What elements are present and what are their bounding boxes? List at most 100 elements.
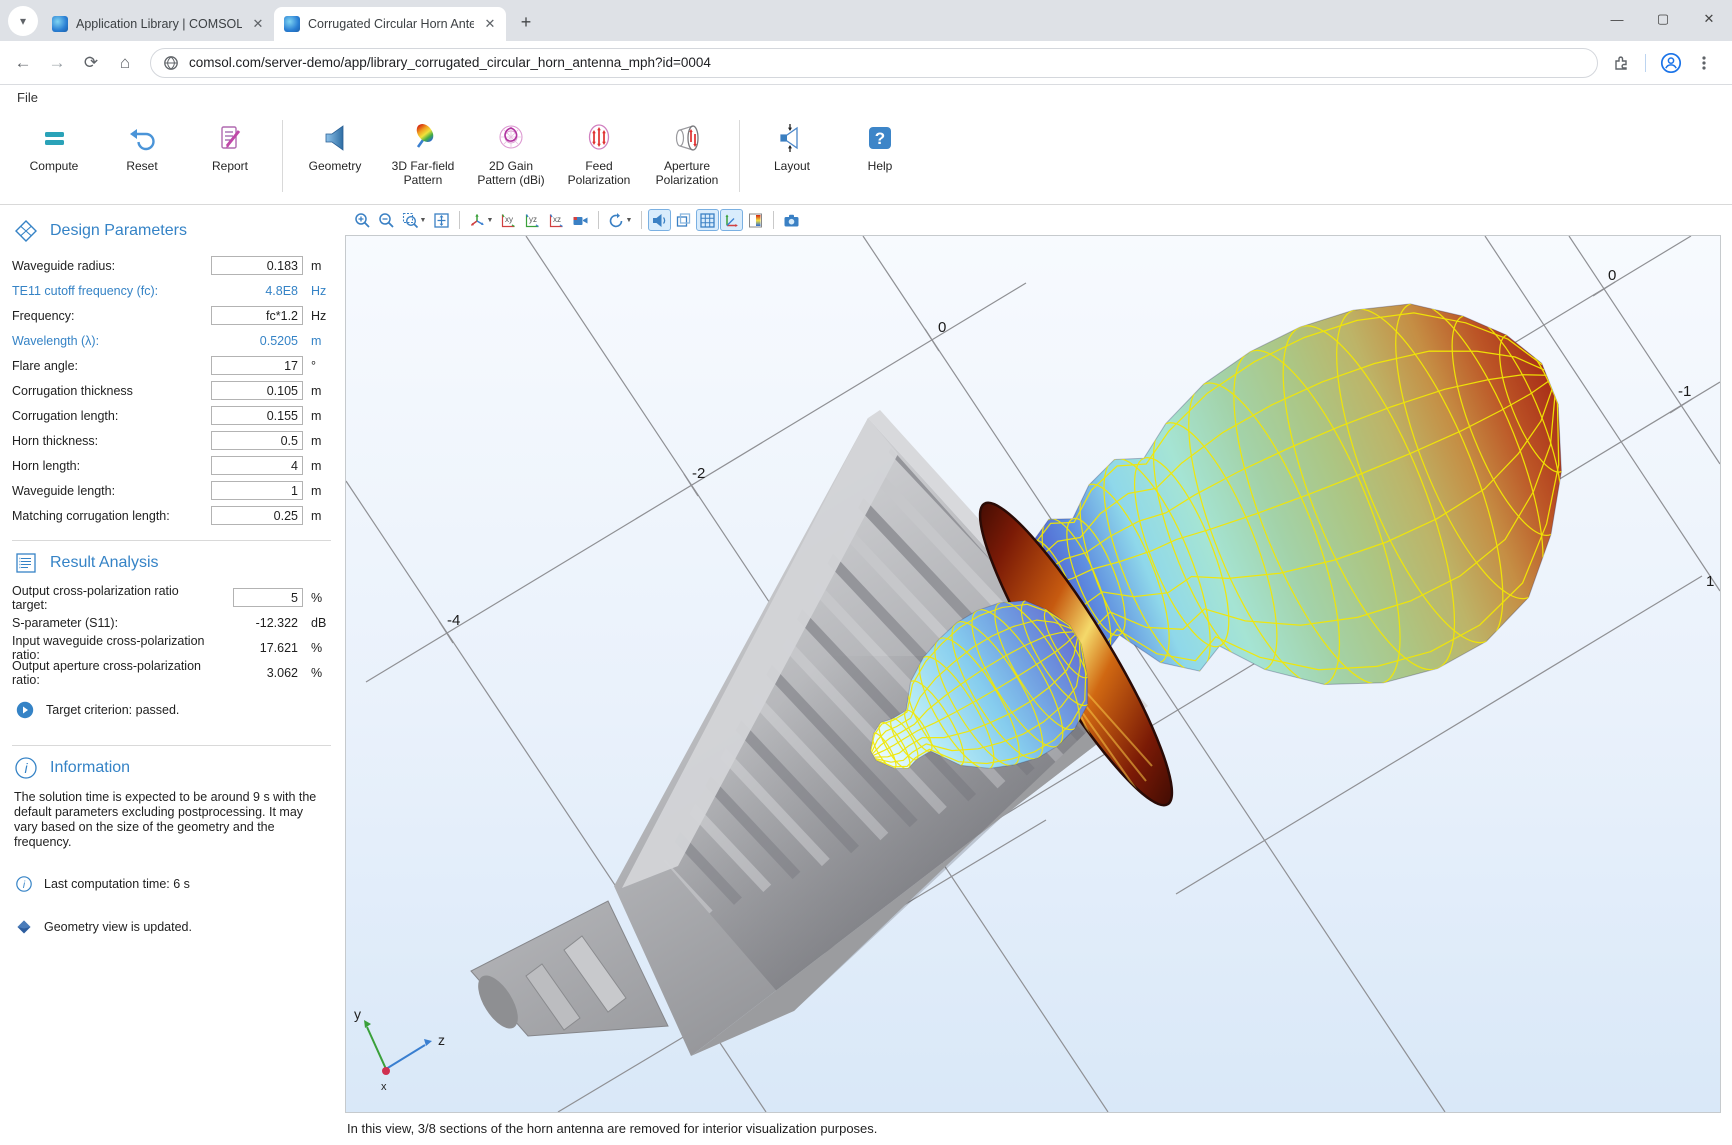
svg-text:i: i (23, 880, 26, 891)
matching-corrugation-length-input[interactable] (211, 506, 303, 525)
snapshot-button[interactable] (780, 209, 803, 231)
tick-label: 0 (938, 319, 946, 336)
app-menubar: File (0, 85, 1732, 110)
color-legend-toggle[interactable] (744, 209, 767, 231)
close-button[interactable]: ✕ (1686, 0, 1732, 38)
zoom-extents-button[interactable] (430, 209, 453, 231)
geometry-diamond-icon (16, 919, 32, 935)
svg-text:xy: xy (505, 215, 513, 224)
reload-button[interactable]: ⟳ (76, 48, 106, 78)
aperture-polarization-button[interactable]: Aperture Polarization (643, 118, 731, 188)
view-xy-button[interactable]: xy (497, 209, 520, 231)
aperture-polarization-icon (669, 120, 705, 156)
tick-label: 1 (1706, 573, 1714, 590)
tab-close-icon[interactable]: ✕ (250, 16, 266, 32)
forward-button[interactable]: → (42, 48, 72, 78)
svg-text:xz: xz (553, 215, 561, 224)
tab-application-library[interactable]: Application Library | COMSOL S ✕ (42, 7, 274, 41)
waveguide-radius-input[interactable] (211, 256, 303, 275)
result-row: Output cross-polarization ratio target:% (12, 585, 333, 610)
geometry-updated-status: Geometry view is updated. (16, 919, 333, 935)
graphics-canvas[interactable]: 0 -2 -4 0 -1 1 (345, 235, 1721, 1113)
information-header: i Information (14, 756, 333, 780)
rotate-view-button[interactable]: ▼ (605, 209, 635, 231)
far-field-3d-button[interactable]: 3D Far-field Pattern (379, 118, 467, 188)
layout-button[interactable]: Layout (748, 118, 836, 173)
param-row: Horn length:m (12, 453, 333, 478)
profile-icon[interactable] (1660, 52, 1682, 74)
address-bar[interactable]: comsol.com/server-demo/app/library_corru… (150, 48, 1598, 78)
site-info-icon[interactable] (163, 55, 179, 71)
section-title: Design Parameters (50, 222, 187, 240)
corrugation-length-input[interactable] (211, 406, 303, 425)
new-tab-button[interactable]: + (512, 8, 540, 36)
geometry-visibility-toggle[interactable] (648, 209, 671, 231)
feed-polarization-button[interactable]: Feed Polarization (555, 118, 643, 188)
chevron-down-icon: ▾ (20, 14, 26, 28)
dropdown-caret-icon: ▼ (487, 217, 494, 224)
param-row: Frequency:Hz (12, 303, 333, 328)
toolbar-separator (1645, 54, 1646, 72)
horn-length-input[interactable] (211, 456, 303, 475)
compute-button[interactable]: Compute (10, 118, 98, 173)
reset-button[interactable]: Reset (98, 118, 186, 173)
result-row: S-parameter (S11):-12.322dB (12, 610, 333, 635)
param-row: Flare angle:° (12, 353, 333, 378)
tab-strip: ▾ Application Library | COMSOL S ✕ Corru… (0, 0, 1732, 41)
report-button[interactable]: Report (186, 118, 274, 173)
transparency-toggle[interactable] (672, 209, 695, 231)
param-row: TE11 cutoff frequency (fc):4.8E8Hz (12, 278, 333, 303)
tick-label: -4 (447, 612, 460, 629)
triad-x-label: x (381, 1081, 387, 1093)
waveguide-length-input[interactable] (211, 481, 303, 500)
back-button[interactable]: ← (8, 48, 38, 78)
toolbar-separator (641, 211, 642, 229)
grid-toggle[interactable] (696, 209, 719, 231)
zoom-out-button[interactable] (375, 209, 398, 231)
tab-search-button[interactable]: ▾ (8, 6, 38, 36)
app-content: Design Parameters Waveguide radius:m TE1… (0, 204, 1732, 1145)
view-xz-button[interactable]: xz (545, 209, 568, 231)
tab-title: Application Library | COMSOL S (76, 17, 242, 31)
help-button[interactable]: ? Help (836, 118, 924, 173)
zoom-box-button[interactable]: ▼ (399, 209, 429, 231)
information-paragraph: The solution time is expected to be arou… (14, 790, 324, 850)
horn-thickness-input[interactable] (211, 431, 303, 450)
tab-close-icon[interactable]: ✕ (482, 16, 498, 32)
corrugation-thickness-input[interactable] (211, 381, 303, 400)
ribbon-separator (739, 120, 740, 192)
toolbar-separator (773, 211, 774, 229)
frequency-input[interactable] (211, 306, 303, 325)
cross-polarization-target-input[interactable] (233, 588, 303, 607)
tab-horn-antenna[interactable]: Corrugated Circular Horn Anten ✕ (274, 7, 506, 41)
extensions-icon[interactable] (1612, 53, 1631, 72)
tab-title: Corrugated Circular Horn Anten (308, 17, 474, 31)
flare-angle-input[interactable] (211, 356, 303, 375)
graphics-panel: ▼ ▼ xy yz xz ▼ (345, 205, 1721, 1145)
compute-icon (36, 120, 72, 156)
gain-2d-button[interactable]: 2D Gain Pattern (dBi) (467, 118, 555, 188)
s-parameter-value: -12.322 (211, 616, 303, 630)
result-analysis-icon (14, 551, 38, 575)
home-button[interactable]: ⌂ (110, 48, 140, 78)
default-view-button[interactable]: ▼ (466, 209, 496, 231)
result-row: Input waveguide cross-polarization ratio… (12, 635, 333, 660)
file-menu[interactable]: File (7, 88, 48, 107)
help-icon: ? (862, 120, 898, 156)
browser-window: ▾ Application Library | COMSOL S ✕ Corru… (0, 0, 1732, 1145)
geometry-button[interactable]: Geometry (291, 118, 379, 173)
design-parameters-header: Design Parameters (14, 219, 333, 243)
menu-icon[interactable] (1696, 54, 1712, 72)
svg-text:?: ? (875, 129, 885, 148)
svg-text:i: i (24, 760, 28, 776)
maximize-button[interactable]: ▢ (1640, 0, 1686, 38)
info-small-icon: i (16, 876, 32, 892)
zoom-in-button[interactable] (351, 209, 374, 231)
axes-toggle[interactable] (720, 209, 743, 231)
scene-camera-button[interactable] (569, 209, 592, 231)
view-yz-button[interactable]: yz (521, 209, 544, 231)
minimize-button[interactable]: — (1594, 0, 1640, 38)
report-icon (212, 120, 248, 156)
browser-actions (1612, 52, 1712, 74)
section-title: Information (50, 759, 130, 777)
